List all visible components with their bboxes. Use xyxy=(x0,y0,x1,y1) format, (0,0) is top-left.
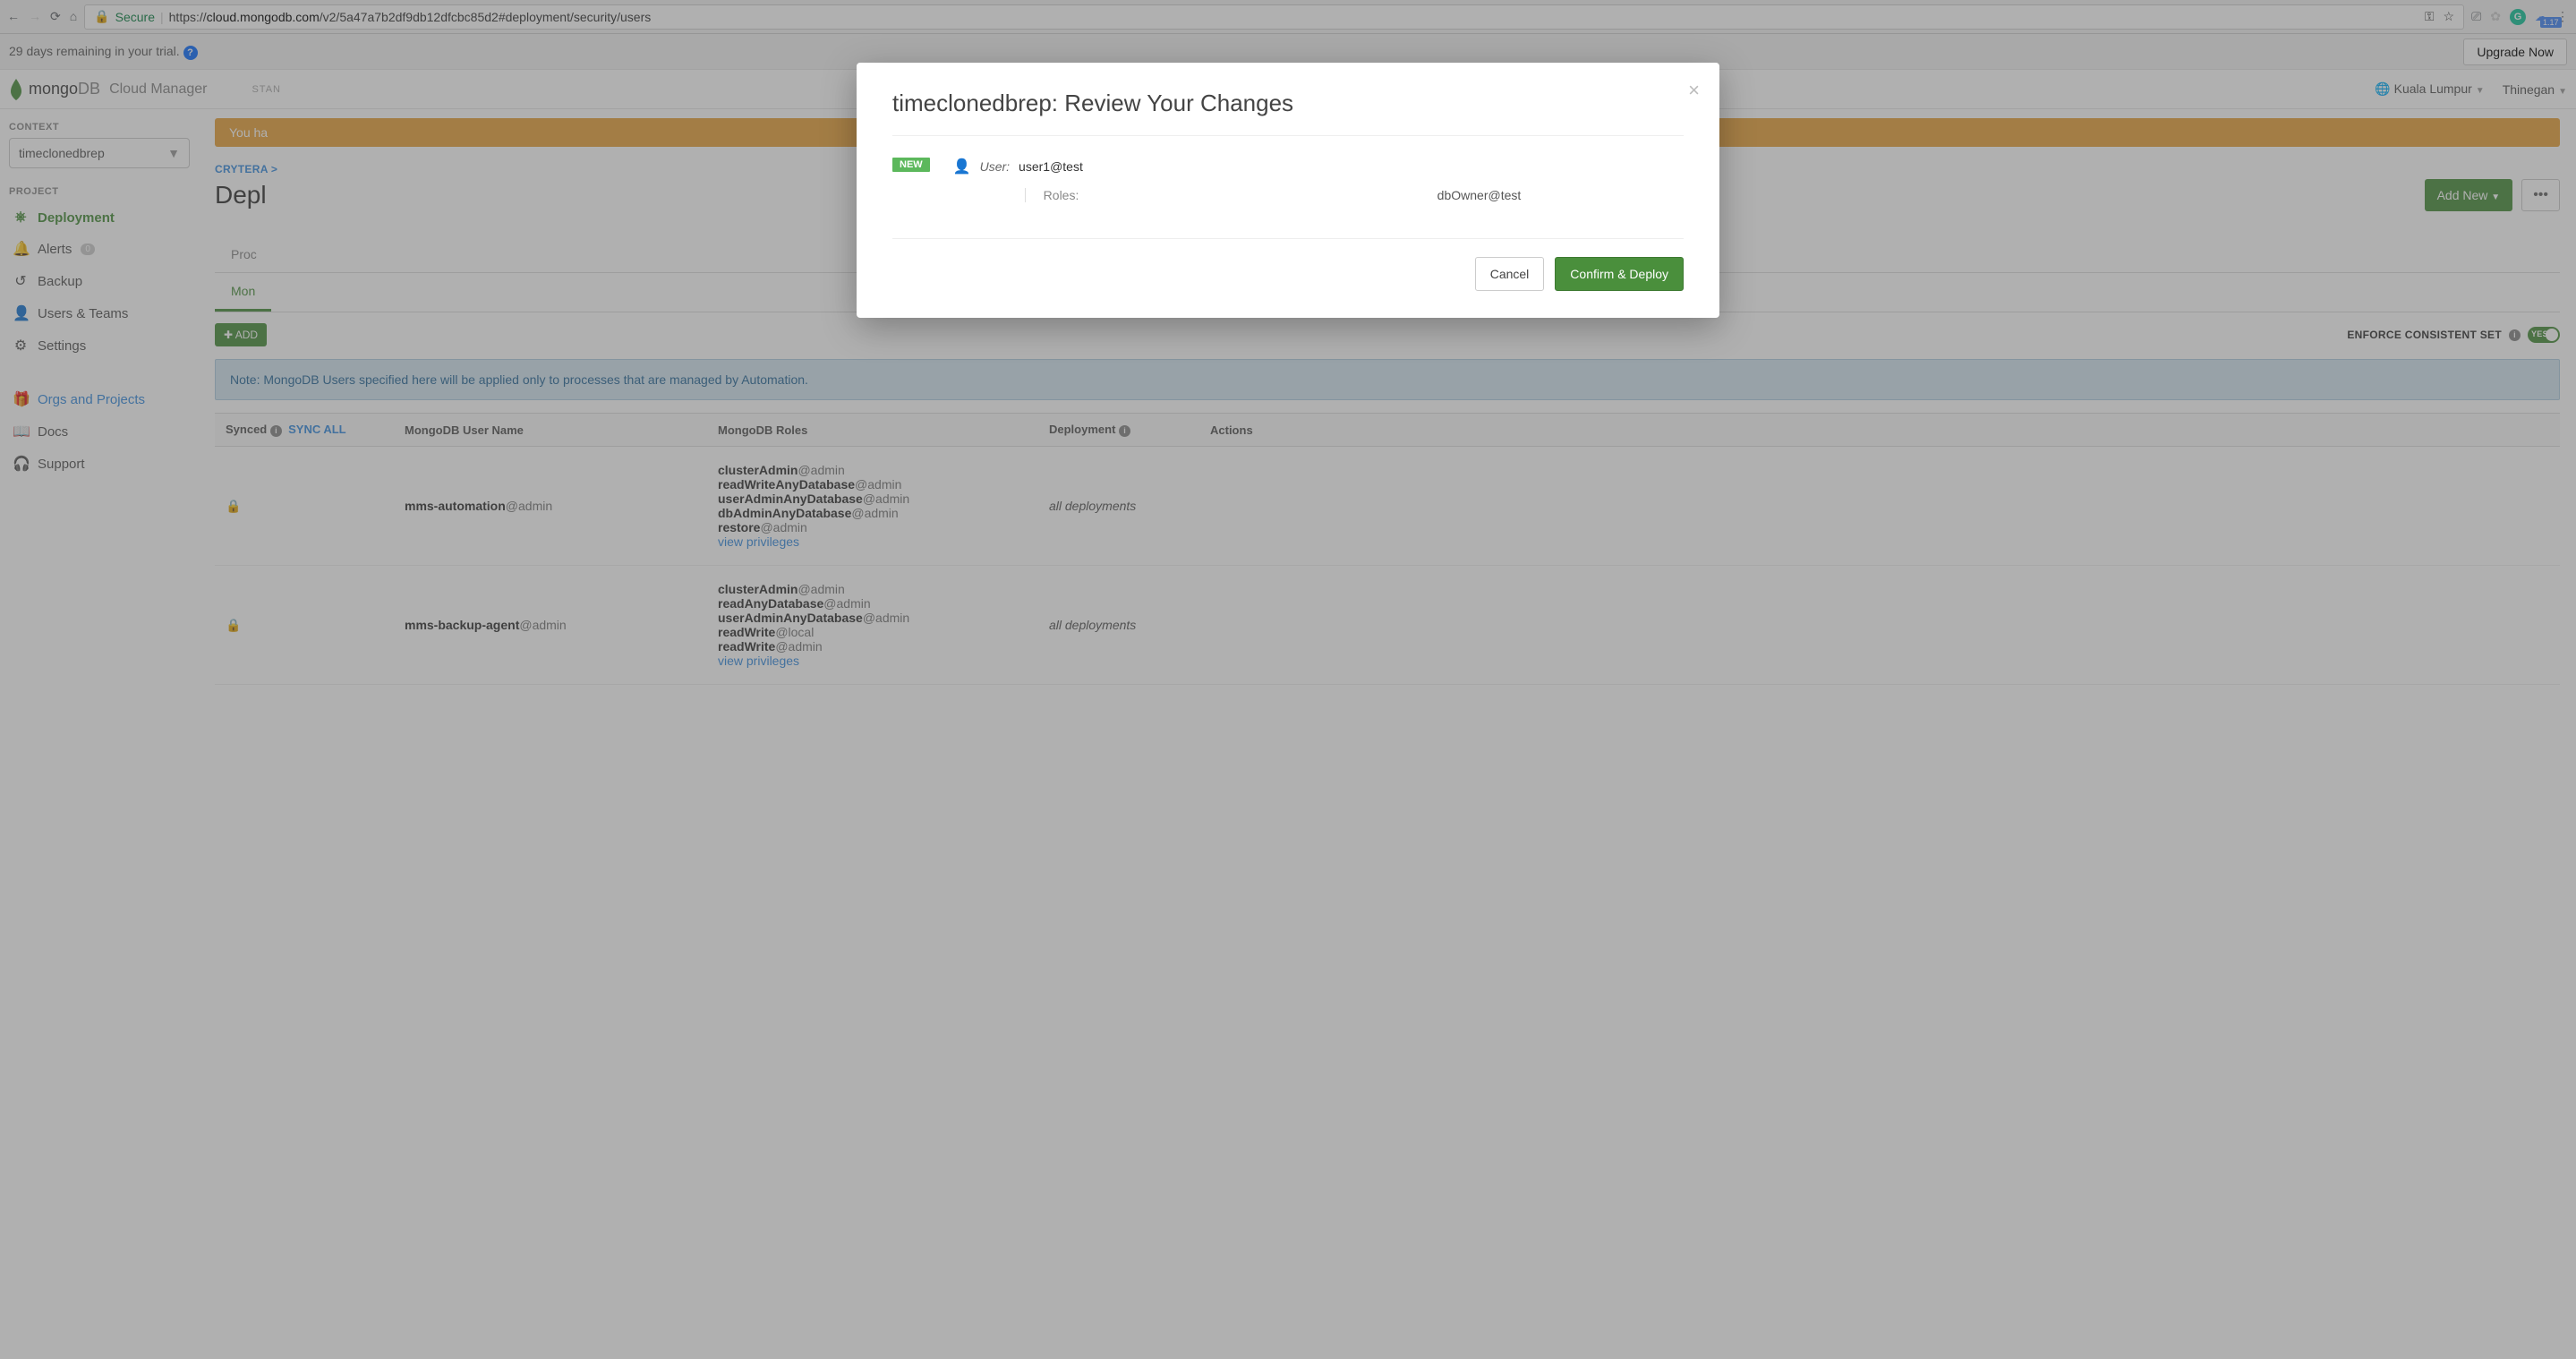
review-changes-modal: × timeclonedbrep: Review Your Changes NE… xyxy=(857,63,1719,318)
modal-title: timeclonedbrep: Review Your Changes xyxy=(892,90,1684,117)
user-name: user1@test xyxy=(1019,159,1083,174)
roles-label: Roles: xyxy=(1044,188,1437,202)
roles-value: dbOwner@test xyxy=(1437,188,1522,202)
close-icon[interactable]: × xyxy=(1688,79,1700,102)
modal-overlay: × timeclonedbrep: Review Your Changes NE… xyxy=(0,0,2576,1359)
cancel-button[interactable]: Cancel xyxy=(1475,257,1545,291)
user-icon: 👤 xyxy=(953,158,971,175)
user-label: User: xyxy=(980,159,1010,174)
new-badge: NEW xyxy=(892,158,930,172)
confirm-deploy-button[interactable]: Confirm & Deploy xyxy=(1555,257,1684,291)
